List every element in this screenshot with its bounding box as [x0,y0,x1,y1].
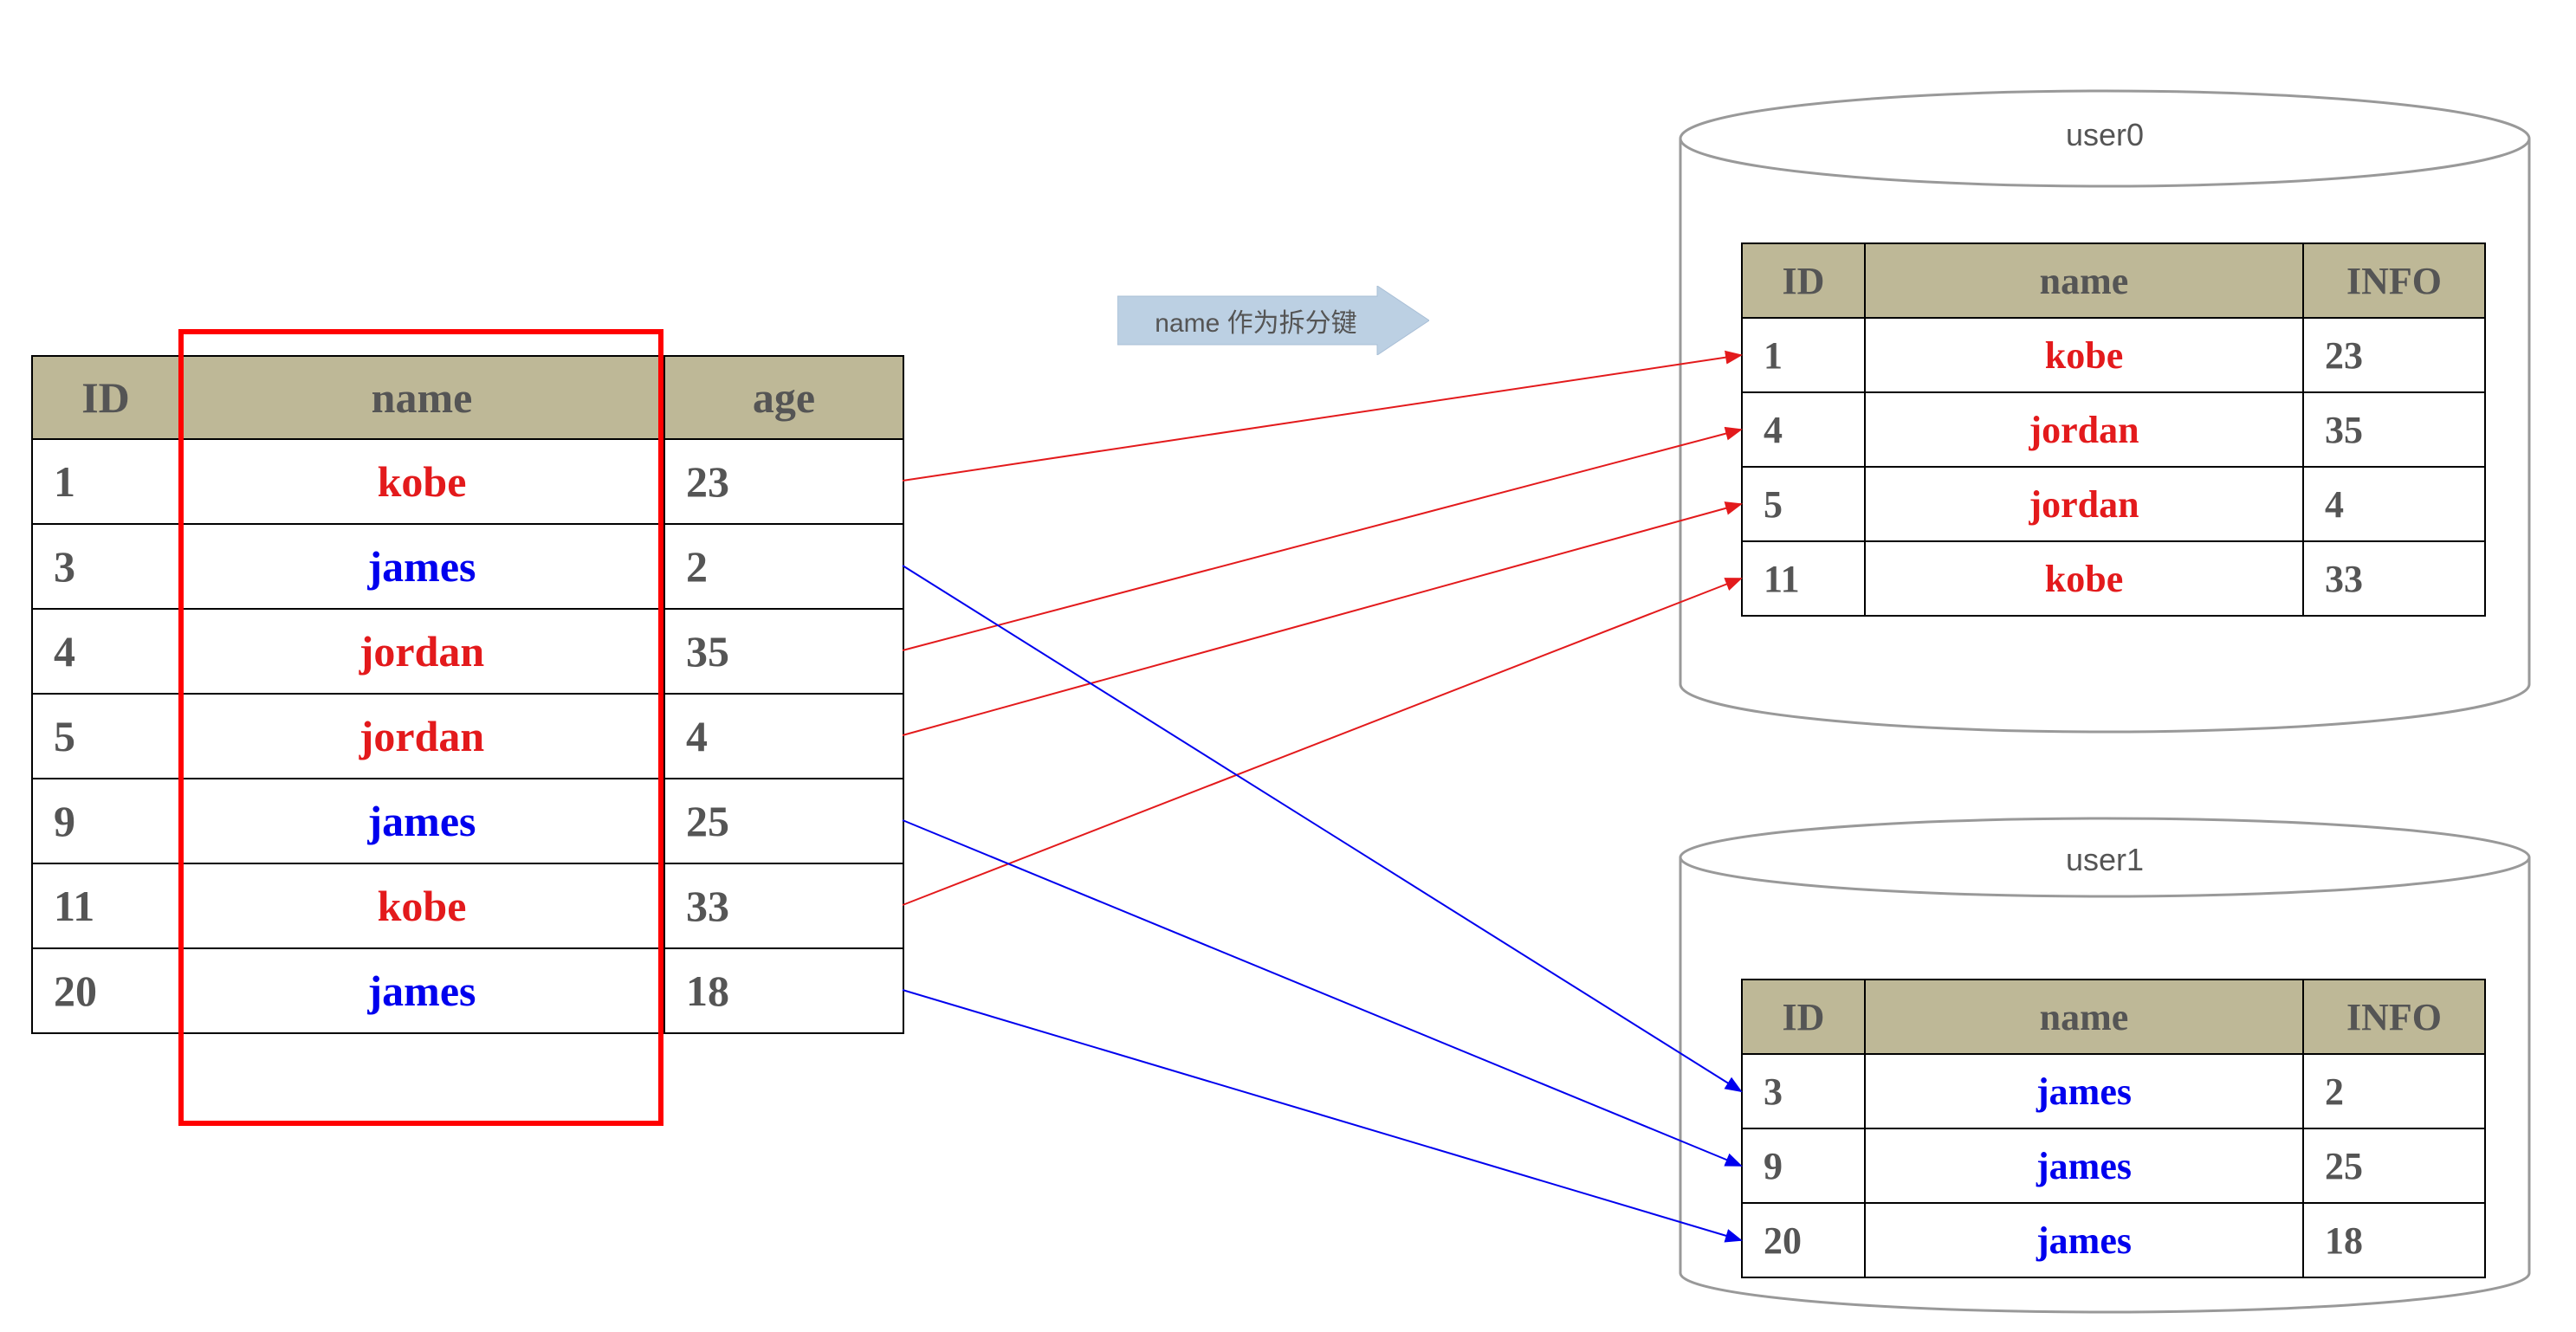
table-row: 3james2 [1742,1054,2485,1128]
cell-id: 3 [1742,1054,1865,1128]
partition-key-arrow: name 作为拆分键 [1117,286,1429,355]
cell-name: james [1865,1054,2303,1128]
header-id: ID [32,356,179,439]
cell-name: james [1865,1203,2303,1277]
cell-value: 23 [664,439,903,524]
table-row: 4jordan35 [32,609,903,694]
cell-id: 4 [1742,392,1865,467]
cell-value: 23 [2303,318,2485,392]
table-row: 5jordan4 [32,694,903,779]
cell-value: 2 [664,524,903,609]
header-id: ID [1742,980,1865,1054]
cell-id: 1 [1742,318,1865,392]
cell-name: james [1865,1128,2303,1203]
dest-table-user0: ID name INFO 1kobe234jordan355jordan411k… [1741,242,2486,617]
cell-id: 1 [32,439,179,524]
cell-value: 4 [664,694,903,779]
cell-name: james [179,948,664,1033]
cell-name: kobe [179,863,664,948]
cell-value: 18 [2303,1203,2485,1277]
dest-table-user1: ID name INFO 3james29james2520james18 [1741,979,2486,1278]
table-row: 20james18 [32,948,903,1033]
table-row: 3james2 [32,524,903,609]
table-row: 11kobe33 [32,863,903,948]
table-header-row: ID name INFO [1742,243,2485,318]
table-row: 9james25 [1742,1128,2485,1203]
cell-value: 4 [2303,467,2485,541]
cell-name: jordan [179,694,664,779]
cell-value: 2 [2303,1054,2485,1128]
cell-id: 9 [1742,1128,1865,1203]
cell-value: 18 [664,948,903,1033]
table-row: 5jordan4 [1742,467,2485,541]
table-header-row: ID name age [32,356,903,439]
source-table: ID name age 1kobe233james24jordan355jord… [31,355,904,1034]
cylinder-user1-label: user1 [2018,842,2191,878]
header-id: ID [1742,243,1865,318]
cell-id: 11 [32,863,179,948]
table-row: 1kobe23 [32,439,903,524]
cylinder-user0-label: user0 [2018,117,2191,153]
header-name: name [1865,980,2303,1054]
cell-id: 4 [32,609,179,694]
cell-value: 35 [664,609,903,694]
cell-id: 5 [32,694,179,779]
header-info: INFO [2303,980,2485,1054]
cell-name: jordan [179,609,664,694]
table-header-row: ID name INFO [1742,980,2485,1054]
cell-value: 35 [2303,392,2485,467]
cell-name: james [179,524,664,609]
header-info: INFO [2303,243,2485,318]
table-row: 11kobe33 [1742,541,2485,616]
cell-name: jordan [1865,467,2303,541]
cell-name: kobe [1865,541,2303,616]
cell-value: 33 [2303,541,2485,616]
header-age: age [664,356,903,439]
cell-name: jordan [1865,392,2303,467]
header-name: name [179,356,664,439]
cell-name: james [179,779,664,863]
cell-id: 9 [32,779,179,863]
cell-name: kobe [179,439,664,524]
cell-value: 25 [2303,1128,2485,1203]
cell-id: 20 [32,948,179,1033]
cell-name: kobe [1865,318,2303,392]
table-row: 20james18 [1742,1203,2485,1277]
table-row: 1kobe23 [1742,318,2485,392]
table-row: 9james25 [32,779,903,863]
cell-id: 5 [1742,467,1865,541]
table-row: 4jordan35 [1742,392,2485,467]
cell-value: 25 [664,779,903,863]
header-name: name [1865,243,2303,318]
cell-value: 33 [664,863,903,948]
cell-id: 11 [1742,541,1865,616]
cell-id: 20 [1742,1203,1865,1277]
partition-key-label: name 作为拆分键 [1117,286,1395,355]
cell-id: 3 [32,524,179,609]
